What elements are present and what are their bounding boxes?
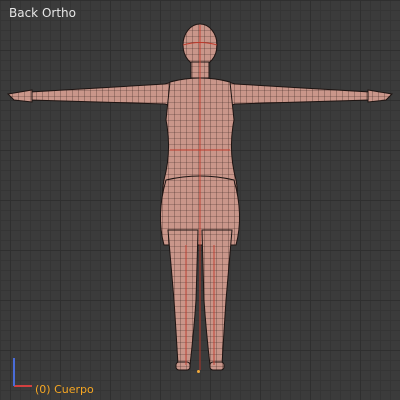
active-object-label: (0) Cuerpo xyxy=(35,383,94,396)
3d-viewport[interactable]: Back Ortho (0) Cuerpo xyxy=(0,0,400,400)
body-mesh[interactable] xyxy=(0,0,400,400)
axis-gizmo xyxy=(13,358,32,387)
3d-cursor-origin xyxy=(197,370,200,373)
